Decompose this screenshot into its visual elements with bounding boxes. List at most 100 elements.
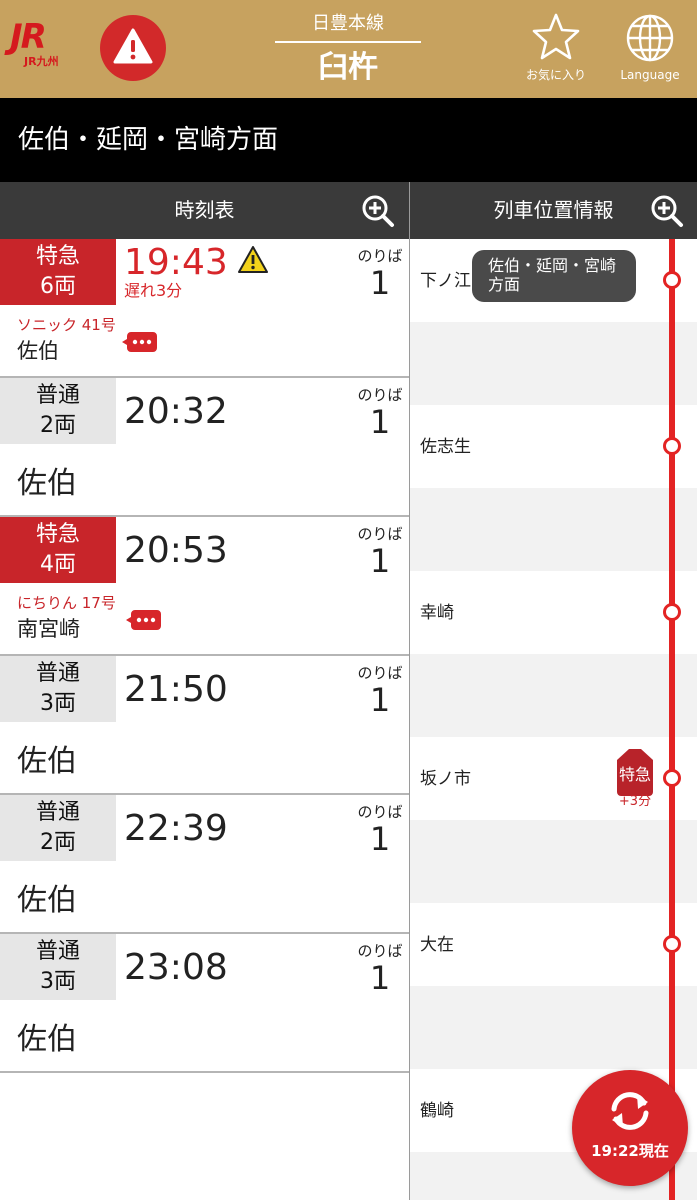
train-marker-type: 特急 <box>618 765 651 784</box>
delay-status: 遅れ3分 <box>124 281 183 300</box>
train-position-title: 列車位置情報 <box>493 198 614 222</box>
station-label: 佐志生 <box>420 437 471 457</box>
platform-label: のりば <box>357 525 403 543</box>
zoom-in-icon[interactable] <box>650 194 684 228</box>
language-label: Language <box>620 68 680 82</box>
warning-icon <box>238 246 268 273</box>
chat-icon[interactable] <box>126 606 162 636</box>
station-dot <box>663 437 681 455</box>
train-position-map[interactable]: 下ノ江 佐志生 幸崎 坂ノ市 大在 鶴崎 佐伯・延岡・宮崎方面 特急 +3分 <box>410 239 697 1200</box>
platform-label: のりば <box>357 386 403 404</box>
departure-row[interactable]: 普通 2両 22:39 のりば 1 佐伯 <box>0 795 409 934</box>
service-alert-button[interactable] <box>100 15 166 81</box>
station-label: 下ノ江 <box>420 271 471 291</box>
train-type-badge: 普通 3両 <box>0 656 116 722</box>
jr-logo-mark: JR <box>10 17 47 57</box>
car-count: 3両 <box>40 691 76 716</box>
destination: 佐伯 <box>17 744 77 779</box>
departure-time: 20:32 <box>124 391 228 432</box>
chat-icon[interactable] <box>122 328 158 358</box>
departure-time: 21:50 <box>124 669 228 710</box>
train-type-badge: 特急 4両 <box>0 517 116 583</box>
train-marker-delay: +3分 <box>618 794 652 809</box>
segment-gap <box>410 654 697 737</box>
direction-title: 佐伯・延岡・宮崎方面 <box>0 98 697 182</box>
refresh-icon <box>611 1092 649 1130</box>
app-header: JR JR九州 日豊本線 臼杵 お気に入り Language <box>0 0 697 98</box>
refresh-time: 19:22現在 <box>591 1142 669 1160</box>
train-type: 普通 <box>35 939 80 964</box>
platform-number: 1 <box>369 681 391 719</box>
destination: 佐伯 <box>17 466 77 501</box>
rail-line <box>669 239 675 1200</box>
train-name: にちりん 17号 <box>17 594 116 612</box>
car-count: 4両 <box>40 552 76 577</box>
destination: 佐伯 <box>17 339 59 363</box>
station-label: 大在 <box>420 935 454 955</box>
star-icon <box>532 13 580 60</box>
destination: 南宮崎 <box>17 617 80 641</box>
timetable-header: 時刻表 <box>0 182 409 239</box>
car-count: 2両 <box>40 830 76 855</box>
platform-label: のりば <box>357 247 403 265</box>
station-dot <box>663 769 681 787</box>
segment-gap <box>410 820 697 903</box>
departure-time: 19:43 <box>124 242 228 283</box>
timetable-title: 時刻表 <box>174 198 235 222</box>
departure-time: 20:53 <box>124 530 228 571</box>
warning-icon <box>113 28 153 64</box>
departure-row[interactable]: 特急 4両 20:53 のりば 1 にちりん 17号 南宮崎 <box>0 517 409 656</box>
platform-number: 1 <box>369 820 391 858</box>
train-type: 特急 <box>35 244 80 269</box>
station-dot <box>663 271 681 289</box>
train-type-badge: 普通 2両 <box>0 795 116 861</box>
favorites-label: お気に入り <box>525 68 586 82</box>
zoom-in-icon[interactable] <box>361 194 395 228</box>
station-name: 臼杵 <box>318 50 378 85</box>
train-type: 普通 <box>35 661 80 686</box>
segment-gap <box>410 322 697 405</box>
train-type-badge: 普通 3両 <box>0 934 116 1000</box>
direction-tooltip: 佐伯・延岡・宮崎方面 <box>472 250 636 302</box>
station-label: 坂ノ市 <box>420 769 471 789</box>
language-button[interactable]: Language <box>612 12 688 92</box>
departure-row[interactable]: 普通 3両 21:50 のりば 1 佐伯 <box>0 656 409 795</box>
globe-icon <box>626 14 674 62</box>
platform-number: 1 <box>369 403 391 441</box>
train-marker[interactable]: 特急 <box>615 748 655 796</box>
segment-gap <box>410 986 697 1069</box>
departure-row[interactable]: 特急 6両 19:43 遅れ3分 のりば 1 ソニック 41号 佐伯 <box>0 239 409 378</box>
train-type: 普通 <box>35 383 80 408</box>
jr-logo-sub: JR九州 <box>24 55 59 68</box>
platform-label: のりば <box>357 942 403 960</box>
segment-gap <box>410 488 697 571</box>
favorites-button[interactable]: お気に入り <box>520 12 592 92</box>
train-name: ソニック 41号 <box>17 316 116 334</box>
platform-label: のりば <box>357 664 403 682</box>
platform-number: 1 <box>369 264 391 302</box>
station-label: 鶴崎 <box>420 1101 454 1121</box>
title-divider <box>275 41 421 43</box>
train-type: 普通 <box>35 800 80 825</box>
departure-row[interactable]: 普通 2両 20:32 のりば 1 佐伯 <box>0 378 409 517</box>
station-dot <box>663 935 681 953</box>
destination: 佐伯 <box>17 883 77 918</box>
station-label: 幸崎 <box>420 603 454 623</box>
departure-time: 22:39 <box>124 808 228 849</box>
car-count: 6両 <box>40 274 76 299</box>
destination: 佐伯 <box>17 1022 77 1057</box>
platform-label: のりば <box>357 803 403 821</box>
platform-number: 1 <box>369 542 391 580</box>
platform-number: 1 <box>369 959 391 997</box>
timetable-list: 特急 6両 19:43 遅れ3分 のりば 1 ソニック 41号 佐伯 普通 2両… <box>0 239 409 1073</box>
line-name: 日豊本線 <box>312 13 384 34</box>
departure-row[interactable]: 普通 3両 23:08 のりば 1 佐伯 <box>0 934 409 1073</box>
refresh-button[interactable]: 19:22現在 <box>572 1070 688 1186</box>
car-count: 2両 <box>40 413 76 438</box>
train-type-badge: 特急 6両 <box>0 239 116 305</box>
train-type-badge: 普通 2両 <box>0 378 116 444</box>
train-type: 特急 <box>35 522 80 547</box>
jr-kyushu-logo: JR JR九州 <box>10 20 80 70</box>
departure-time: 23:08 <box>124 947 228 988</box>
train-position-header: 列車位置情報 <box>410 182 697 239</box>
